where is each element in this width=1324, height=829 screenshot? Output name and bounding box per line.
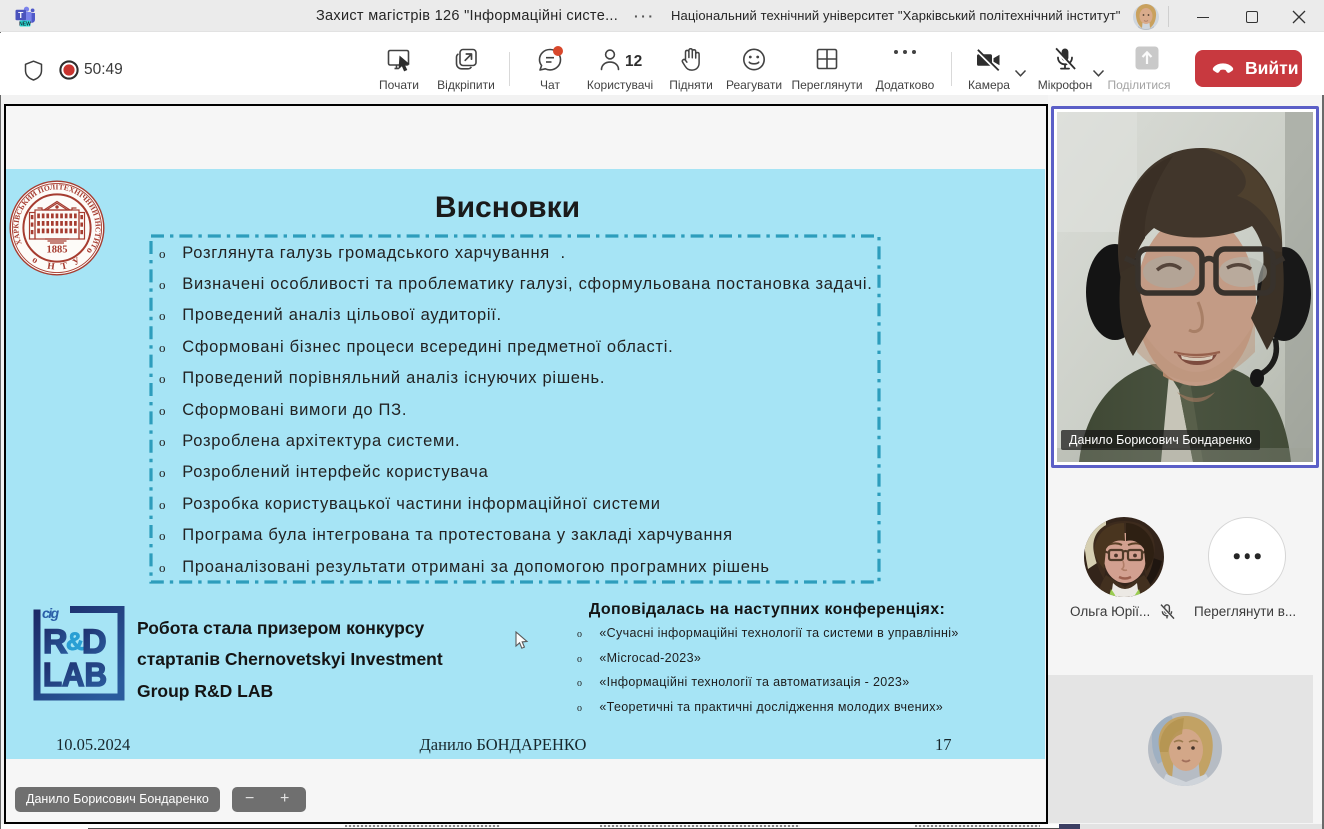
svg-text:LAB: LAB — [43, 656, 107, 693]
svg-text:cіg: cіg — [42, 606, 60, 621]
svg-text:NEW: NEW — [19, 21, 31, 27]
svg-text:1885: 1885 — [47, 245, 68, 256]
svg-text:T: T — [18, 10, 24, 20]
